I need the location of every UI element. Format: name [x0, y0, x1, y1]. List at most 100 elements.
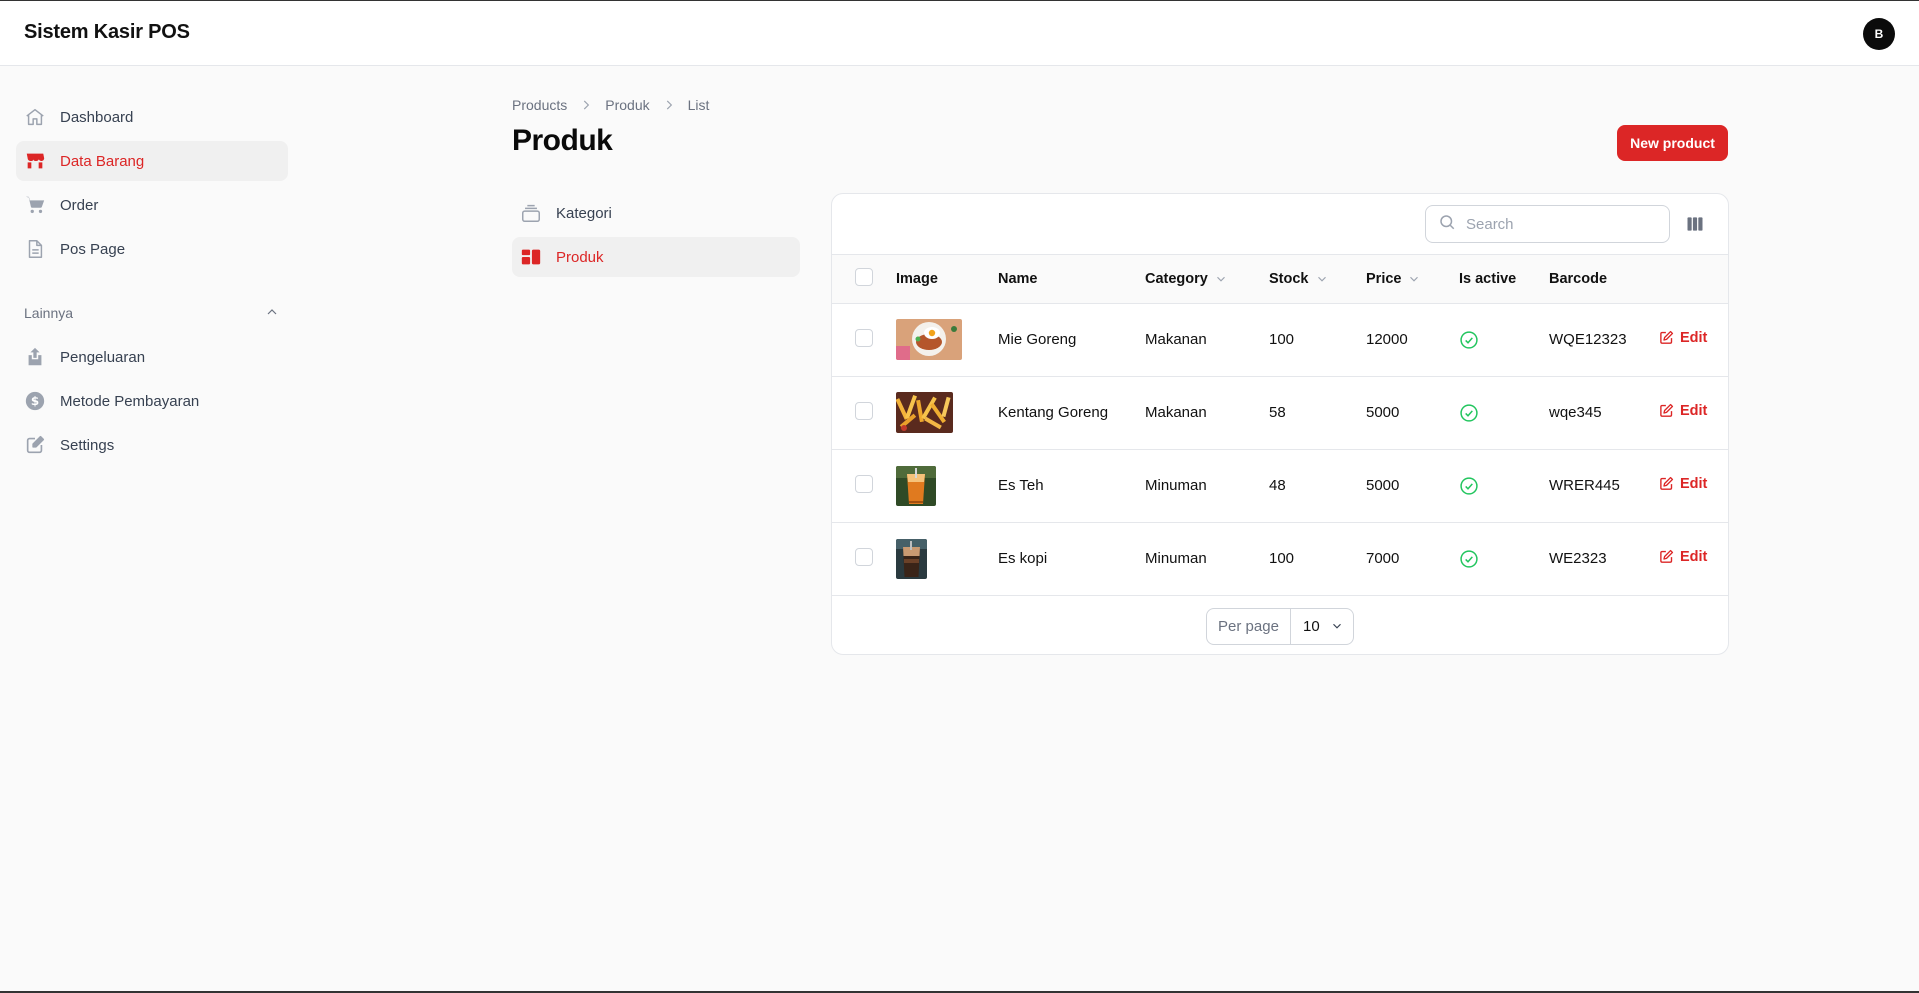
edit-label: Edit: [1680, 329, 1708, 346]
sub-navigation: Kategori Produk: [512, 193, 800, 281]
page-title: Produk: [512, 124, 613, 157]
products-table-card: Image Name Category Stock Price Is activ…: [831, 193, 1729, 655]
check-circle-icon: [1459, 476, 1549, 496]
column-header-category[interactable]: Category: [1145, 271, 1228, 287]
sidebar-item-settings[interactable]: Settings: [16, 425, 288, 465]
column-header-price[interactable]: Price: [1366, 271, 1421, 287]
svg-text:$: $: [31, 394, 39, 408]
iced-tea-photo: [896, 465, 936, 506]
pencil-square-icon: [1660, 477, 1674, 491]
check-circle-icon: [1459, 330, 1549, 350]
column-toggle-icon[interactable]: [1685, 214, 1705, 234]
row-checkbox[interactable]: [855, 474, 873, 493]
home-icon: [24, 106, 46, 128]
check-circle-icon: [1459, 549, 1549, 569]
column-header-stock[interactable]: Stock: [1269, 271, 1329, 287]
sidebar: Dashboard Data Barang Order Pos Page Lai…: [16, 97, 288, 469]
chevron-down-icon: [1410, 276, 1419, 282]
breadcrumb-item-produk[interactable]: Produk: [605, 97, 649, 113]
dollar-icon: $: [24, 390, 46, 412]
subnav-item-kategori[interactable]: Kategori: [512, 193, 800, 233]
product-barcode: WE2323: [1549, 550, 1607, 567]
product-price: 12000: [1366, 331, 1408, 348]
edit-icon: [24, 434, 46, 456]
app-title[interactable]: Sistem Kasir POS: [24, 21, 190, 44]
new-product-button[interactable]: New product: [1617, 125, 1728, 161]
search-icon: [1438, 213, 1466, 236]
sidebar-item-label: Settings: [60, 436, 115, 454]
product-category: Makanan: [1145, 404, 1207, 421]
edit-button[interactable]: Edit: [1659, 403, 1707, 419]
chevron-down-icon: [1317, 276, 1326, 282]
products-table: Image Name Category Stock Price Is activ…: [832, 255, 1728, 596]
per-page-select[interactable]: 10: [1291, 609, 1353, 644]
product-category: Makanan: [1145, 331, 1207, 348]
product-price: 5000: [1366, 477, 1400, 494]
per-page-label: Per page: [1207, 608, 1291, 644]
subnav-item-label: Kategori: [556, 204, 612, 222]
sidebar-item-label: Metode Pembayaran: [60, 392, 200, 410]
subnav-item-label: Produk: [556, 248, 604, 266]
breadcrumb: Products Produk List: [512, 97, 709, 113]
row-checkbox[interactable]: [855, 401, 873, 420]
product-category: Minuman: [1145, 550, 1207, 567]
product-name: Es Teh: [998, 477, 1044, 494]
edit-label: Edit: [1680, 548, 1708, 565]
chevron-down-icon: [1332, 623, 1341, 629]
pencil-square-icon: [1660, 550, 1674, 564]
sidebar-item-label: Data Barang: [60, 152, 145, 170]
subnav-item-produk[interactable]: Produk: [512, 237, 800, 277]
product-stock: 58: [1269, 404, 1286, 421]
iced-coffee-photo: [896, 538, 927, 579]
check-circle-icon: [1459, 403, 1549, 423]
search-box[interactable]: [1425, 205, 1670, 243]
sidebar-item-data-barang[interactable]: Data Barang: [16, 141, 288, 181]
product-category: Minuman: [1145, 477, 1207, 494]
store-icon: [24, 150, 46, 172]
sidebar-item-label: Dashboard: [60, 108, 134, 126]
edit-label: Edit: [1680, 475, 1708, 492]
sidebar-item-order[interactable]: Order: [16, 185, 288, 225]
column-header-image: Image: [896, 270, 938, 287]
product-name: Es kopi: [998, 550, 1048, 567]
product-stock: 100: [1269, 550, 1295, 567]
sidebar-item-metode-pembayaran[interactable]: $ Metode Pembayaran: [16, 381, 288, 421]
user-avatar[interactable]: B: [1863, 18, 1895, 50]
table-row[interactable]: Mie Goreng Makanan 100 12000 WQE12323 Ed…: [832, 303, 1728, 376]
edit-button[interactable]: Edit: [1659, 476, 1707, 492]
edit-button[interactable]: Edit: [1659, 330, 1707, 346]
table-row[interactable]: Kentang Goreng Makanan 58 5000 wqe345 Ed…: [832, 376, 1728, 449]
row-checkbox[interactable]: [855, 328, 873, 347]
column-header-name: Name: [998, 270, 1038, 287]
product-stock: 100: [1269, 331, 1295, 348]
sidebar-group-label: Lainnya: [24, 305, 74, 321]
sidebar-item-dashboard[interactable]: Dashboard: [16, 97, 288, 137]
table-header-row: Image Name Category Stock Price Is activ…: [832, 255, 1728, 303]
chevron-up-icon: [264, 304, 280, 323]
sidebar-item-pos-page[interactable]: Pos Page: [16, 229, 288, 269]
pencil-square-icon: [1660, 331, 1674, 345]
chevron-right-icon: [662, 98, 676, 112]
sidebar-group-lainnya[interactable]: Lainnya: [16, 293, 288, 333]
sidebar-item-label: Pengeluaran: [60, 348, 146, 366]
table-row[interactable]: Es kopi Minuman 100 7000 WE2323 Edit: [832, 522, 1728, 595]
document-icon: [24, 238, 46, 260]
cart-icon: [24, 194, 46, 216]
sidebar-item-pengeluaran[interactable]: Pengeluaran: [16, 337, 288, 377]
select-all-checkbox[interactable]: [855, 267, 873, 286]
product-name: Kentang Goreng: [998, 404, 1109, 421]
french-fries-photo: [896, 392, 953, 433]
chevron-down-icon: [1216, 276, 1225, 282]
column-header-label: Category: [1145, 270, 1208, 287]
per-page-control: Per page 10: [1206, 607, 1354, 645]
row-checkbox[interactable]: [855, 547, 873, 566]
breadcrumb-item-products[interactable]: Products: [512, 97, 567, 113]
search-input[interactable]: [1466, 215, 1656, 233]
breadcrumb-item-list: List: [687, 97, 710, 113]
table-row[interactable]: Es Teh Minuman 48 5000 WRER445 Edit: [832, 449, 1728, 522]
table-footer: Per page 10: [832, 596, 1728, 655]
product-barcode: WQE12323: [1549, 331, 1627, 348]
pencil-square-icon: [1660, 404, 1674, 418]
edit-button[interactable]: Edit: [1659, 549, 1707, 565]
fried-noodles-photo: [896, 319, 962, 360]
